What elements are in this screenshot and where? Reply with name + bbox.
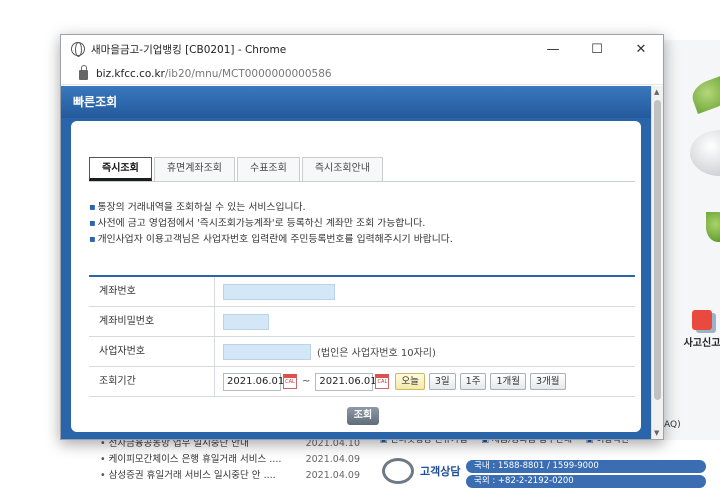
calendar-icon[interactable]: CAL <box>283 374 297 389</box>
account-label: 계좌번호 <box>89 277 215 306</box>
tab-check-inquiry[interactable]: 수표조회 <box>237 157 300 181</box>
address-bar[interactable]: biz.kfcc.co.kr/ib20/mnu/MCT0000000000586 <box>61 63 663 85</box>
page-title: 빠른조회 <box>61 86 651 118</box>
form-row-password: 계좌비밀번호 <box>89 307 635 337</box>
notice-item[interactable]: 케이피모간체이스 은행 휴일거래 서비스 .... 2021.04.09 <box>100 452 360 468</box>
phone-international: 국외 : +82-2-2192-0200 <box>466 475 706 488</box>
scroll-down-arrow-icon[interactable]: ▼ <box>654 429 659 437</box>
inquiry-panel: 즉시조회 휴면계좌조회 수표조회 즉시조회안내 통장의 거래내역을 조회하실 수… <box>71 121 641 432</box>
scrollbar[interactable]: ▲ ▼ <box>651 86 663 439</box>
phone-domestic: 국내 : 1588-8801 / 1599-9000 <box>466 460 706 473</box>
guide-notes: 통장의 거래내역을 조회하실 수 있는 서비스입니다. 사전에 금고 영업점에서… <box>89 200 453 248</box>
search-button[interactable]: 조회 <box>347 407 379 425</box>
tab-divider <box>89 181 635 182</box>
scroll-up-arrow-icon[interactable]: ▲ <box>654 88 659 96</box>
date-to-input[interactable]: 2021.06.01 <box>315 372 377 391</box>
notice-list: 전자금융공동망 업무 일시중단 안내 2021.04.10 케이피모간체이스 은… <box>100 436 360 484</box>
period-label: 조회기간 <box>89 367 215 396</box>
date-from-input[interactable]: 2021.06.01 <box>223 372 284 391</box>
form-row-period: 조회기간 2021.06.01 CAL ~ 2021.06.01 CAL 오늘 … <box>89 367 635 397</box>
period-today-button[interactable]: 오늘 <box>395 373 425 390</box>
calendar-icon[interactable]: CAL <box>375 374 390 389</box>
accident-report-link[interactable]: 사고신고 <box>680 310 720 349</box>
period-1week-button[interactable]: 1주 <box>459 373 487 390</box>
lock-icon <box>79 65 88 80</box>
period-1month-button[interactable]: 1개월 <box>490 373 526 390</box>
window-controls: — ☐ ✕ <box>531 35 663 63</box>
window-title: 새마을금고-기업뱅킹 [CB0201] - Chrome <box>91 43 287 56</box>
form-row-account: 계좌번호 <box>89 277 635 307</box>
tab-bar: 즉시조회 휴면계좌조회 수표조회 즉시조회안내 <box>89 157 385 181</box>
tab-instant-inquiry[interactable]: 즉시조회 <box>89 157 152 181</box>
minimize-button[interactable]: — <box>531 35 575 63</box>
inquiry-form: 계좌번호 계좌비밀번호 사업자번호 (법인은 사업자번호 10자리) 조회기간 <box>89 275 635 397</box>
customer-service-label: 고객상담 <box>420 465 461 478</box>
guide-note: 개인사업자 이용고객님은 사업자번호 입력란에 주민등록번호를 입력해주시기 바… <box>89 232 453 248</box>
business-number-input[interactable] <box>223 343 311 360</box>
form-row-business: 사업자번호 (법인은 사업자번호 10자리) <box>89 337 635 367</box>
account-number-input[interactable] <box>223 283 335 300</box>
close-button[interactable]: ✕ <box>619 35 663 63</box>
period-3day-button[interactable]: 3일 <box>428 373 456 390</box>
title-bar[interactable]: 새마을금고-기업뱅킹 [CB0201] - Chrome — ☐ ✕ <box>61 35 663 63</box>
business-number-hint: (법인은 사업자번호 10자리) <box>317 348 436 359</box>
tab-dormant-account[interactable]: 휴면계좌조회 <box>153 157 236 181</box>
customer-service: 고객상담 <box>382 458 460 484</box>
accident-report-label: 사고신고 <box>683 338 720 349</box>
url-text: biz.kfcc.co.kr/ib20/mnu/MCT0000000000586 <box>96 67 332 80</box>
business-label: 사업자번호 <box>89 337 215 366</box>
tab-instant-guide[interactable]: 즉시조회안내 <box>301 157 384 181</box>
guide-note: 사전에 금고 영업점에서 '즉시조회가능계좌'로 등록하신 계좌만 조회 가능합… <box>89 216 453 232</box>
account-password-input[interactable] <box>223 313 269 330</box>
phone-icon <box>382 458 414 484</box>
notice-item[interactable]: 삼성증권 휴일거래 서비스 일시중단 안 .... 2021.04.09 <box>100 468 360 484</box>
accident-report-icon <box>692 310 712 330</box>
date-separator: ~ <box>302 376 311 387</box>
guide-note: 통장의 거래내역을 조회하실 수 있는 서비스입니다. <box>89 200 453 216</box>
maximize-button[interactable]: ☐ <box>575 35 619 63</box>
period-3month-button[interactable]: 3개월 <box>530 373 566 390</box>
faq-text: AQ) <box>664 420 681 430</box>
password-label: 계좌비밀번호 <box>89 307 215 336</box>
page-content: 빠른조회 즉시조회 휴면계좌조회 수표조회 즉시조회안내 통장의 거래내역을 조… <box>61 86 651 439</box>
popup-window: 새마을금고-기업뱅킹 [CB0201] - Chrome — ☐ ✕ biz.k… <box>60 34 664 440</box>
globe-icon <box>71 42 85 57</box>
scroll-thumb[interactable] <box>654 100 661 400</box>
